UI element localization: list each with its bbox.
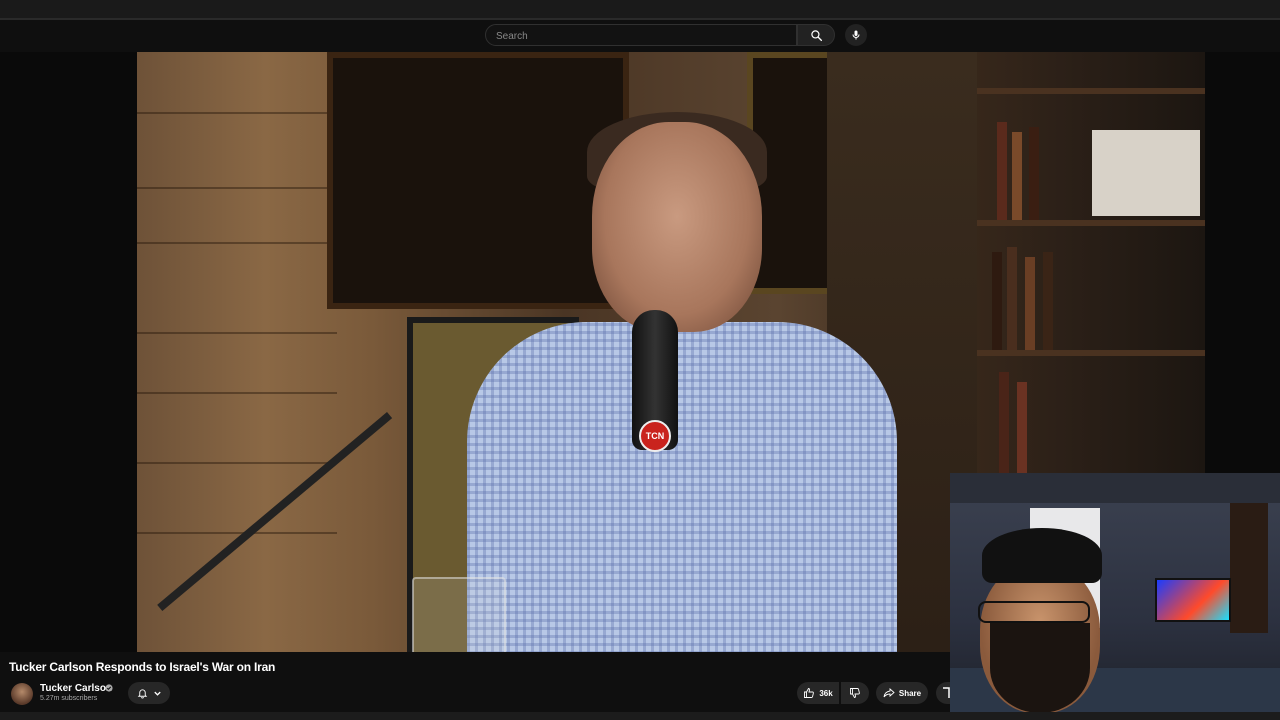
save-button[interactable] — [936, 682, 950, 704]
mic-logo: TCN — [639, 420, 671, 452]
verified-check-icon — [105, 684, 113, 692]
water-glass — [412, 577, 506, 652]
webcam-person-glasses — [978, 601, 1090, 623]
person-shirt — [467, 322, 897, 652]
share-button[interactable]: Share — [876, 682, 928, 704]
video-title: Tucker Carlson Responds to Israel's War … — [9, 660, 276, 674]
browser-top-strip — [0, 0, 1280, 20]
save-icon — [943, 687, 950, 698]
bottom-bar — [0, 712, 1280, 720]
notification-bell-button[interactable] — [128, 682, 170, 704]
channel-name[interactable]: Tucker Carlson — [40, 683, 112, 694]
dislike-button[interactable] — [841, 682, 869, 704]
share-label: Share — [898, 688, 922, 698]
search-input[interactable] — [494, 28, 788, 44]
webcam-overlay — [950, 473, 1280, 720]
microphone-icon — [852, 30, 860, 40]
thumbs-down-icon — [850, 688, 860, 698]
webcam-bookshelf — [1230, 503, 1268, 633]
search-icon — [810, 29, 822, 41]
subscriber-count: 5.27m subscribers — [40, 695, 98, 702]
voice-search-button[interactable] — [845, 24, 867, 46]
webcam-tv — [1155, 578, 1231, 622]
mic-arm — [157, 412, 393, 611]
webcam-person-beard — [990, 623, 1090, 713]
person-head — [592, 122, 762, 332]
chevron-down-icon — [153, 691, 161, 696]
like-count: 36k — [819, 688, 833, 698]
like-button[interactable]: 36k — [797, 682, 839, 704]
webcam-person-cap — [982, 528, 1102, 583]
bell-icon — [137, 688, 147, 699]
channel-avatar[interactable] — [11, 683, 33, 705]
search-box[interactable] — [485, 24, 797, 46]
share-arrow-icon — [883, 688, 895, 698]
search-button[interactable] — [797, 24, 835, 46]
thumbs-up-icon — [804, 688, 815, 698]
